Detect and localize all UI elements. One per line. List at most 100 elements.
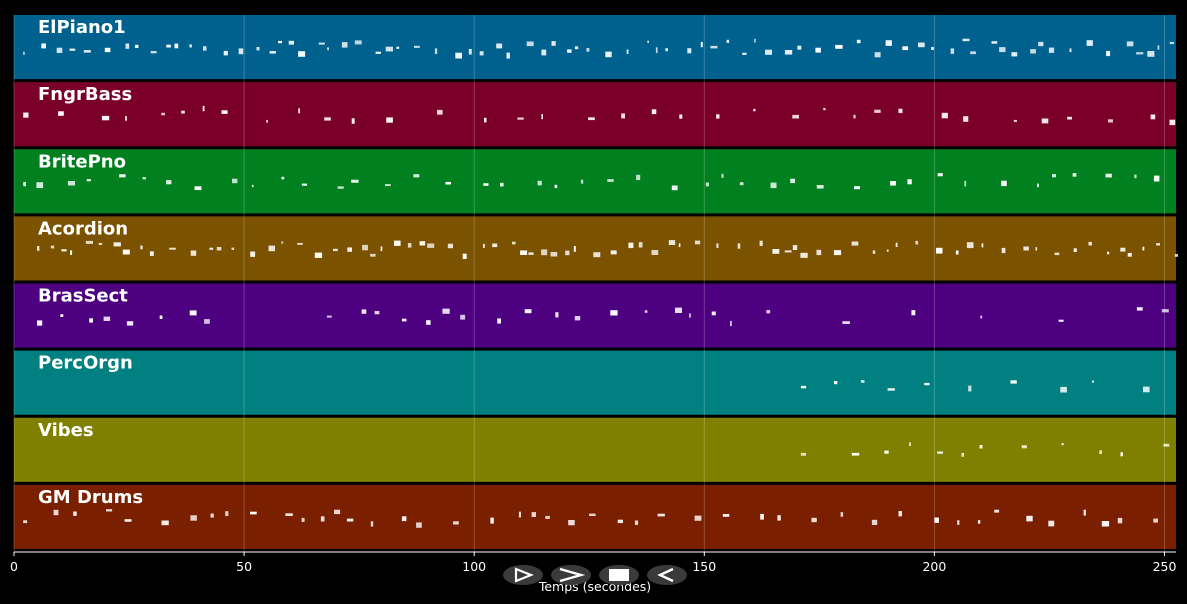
note bbox=[759, 240, 763, 246]
note bbox=[647, 40, 649, 43]
note bbox=[977, 520, 981, 524]
note bbox=[545, 515, 550, 519]
note bbox=[232, 178, 238, 184]
note bbox=[567, 49, 572, 53]
note bbox=[256, 47, 260, 51]
track-label: PercOrgn bbox=[38, 353, 133, 374]
stop-icon bbox=[609, 569, 629, 581]
note bbox=[1120, 452, 1123, 457]
track-label: Acordion bbox=[38, 218, 128, 239]
note bbox=[1073, 248, 1077, 252]
note bbox=[574, 316, 581, 321]
note bbox=[568, 520, 575, 526]
note bbox=[835, 44, 843, 49]
stop-button[interactable] bbox=[599, 565, 639, 585]
note bbox=[950, 48, 955, 54]
note bbox=[1153, 518, 1158, 523]
note bbox=[98, 242, 103, 245]
note bbox=[1106, 50, 1111, 57]
note bbox=[737, 243, 741, 249]
note bbox=[790, 178, 795, 184]
note bbox=[140, 245, 143, 250]
note bbox=[73, 511, 77, 516]
note bbox=[742, 52, 747, 55]
note bbox=[800, 385, 807, 389]
x-tick-label: 50 bbox=[236, 559, 252, 574]
note bbox=[784, 250, 792, 253]
note bbox=[800, 452, 806, 456]
note bbox=[1143, 386, 1150, 393]
note bbox=[777, 515, 781, 521]
note bbox=[1052, 174, 1056, 178]
note bbox=[573, 246, 576, 252]
note bbox=[1108, 119, 1113, 123]
note bbox=[834, 381, 838, 385]
note bbox=[189, 44, 192, 48]
note bbox=[492, 243, 498, 248]
note bbox=[1038, 41, 1044, 47]
note bbox=[970, 51, 976, 55]
note bbox=[898, 108, 903, 114]
note bbox=[1023, 246, 1029, 251]
button-background bbox=[647, 565, 687, 585]
note bbox=[941, 112, 948, 119]
note bbox=[231, 247, 235, 250]
note bbox=[675, 307, 682, 313]
note bbox=[455, 52, 462, 59]
note bbox=[174, 43, 179, 49]
note bbox=[937, 451, 943, 454]
note bbox=[739, 182, 744, 186]
note bbox=[1117, 517, 1123, 524]
track-brassect bbox=[14, 283, 1176, 348]
track-label: Vibes bbox=[38, 420, 94, 441]
note bbox=[856, 39, 861, 44]
note bbox=[479, 51, 484, 56]
x-tick-label: 0 bbox=[10, 559, 18, 574]
note bbox=[370, 521, 374, 527]
x-axis: 0 50 100 150 200 250 bbox=[10, 551, 1177, 574]
note bbox=[1105, 173, 1112, 178]
note bbox=[23, 51, 25, 55]
play-button[interactable] bbox=[503, 565, 543, 585]
forward-button[interactable] bbox=[551, 565, 591, 585]
note bbox=[483, 243, 485, 248]
note bbox=[401, 516, 407, 522]
note bbox=[957, 520, 960, 525]
note bbox=[994, 509, 1000, 513]
note bbox=[23, 112, 29, 118]
note bbox=[67, 181, 75, 186]
note bbox=[506, 52, 510, 59]
note bbox=[445, 181, 451, 185]
note bbox=[1157, 45, 1160, 50]
note bbox=[298, 51, 306, 57]
note bbox=[161, 520, 169, 526]
note bbox=[526, 41, 534, 47]
note bbox=[853, 114, 856, 119]
note bbox=[301, 517, 305, 522]
note bbox=[884, 450, 889, 454]
note bbox=[484, 117, 487, 123]
note bbox=[326, 315, 332, 318]
note bbox=[202, 105, 205, 112]
note bbox=[1156, 243, 1160, 246]
x-tick-label: 150 bbox=[692, 559, 716, 574]
note bbox=[298, 108, 300, 114]
note bbox=[101, 115, 110, 121]
track-vibes bbox=[14, 417, 1176, 482]
note bbox=[541, 49, 547, 56]
note bbox=[1048, 520, 1055, 527]
x-tick-label: 250 bbox=[1153, 559, 1177, 574]
note bbox=[937, 173, 943, 177]
note bbox=[851, 241, 859, 246]
track-percorgn bbox=[14, 350, 1176, 415]
note bbox=[1021, 445, 1027, 449]
note bbox=[671, 185, 678, 191]
note bbox=[347, 247, 352, 252]
x-tick-label: 200 bbox=[922, 559, 946, 574]
note bbox=[334, 509, 341, 515]
note bbox=[496, 43, 503, 49]
rewind-button[interactable] bbox=[647, 565, 687, 585]
note bbox=[380, 246, 383, 252]
note bbox=[760, 513, 764, 520]
note bbox=[1037, 183, 1039, 188]
